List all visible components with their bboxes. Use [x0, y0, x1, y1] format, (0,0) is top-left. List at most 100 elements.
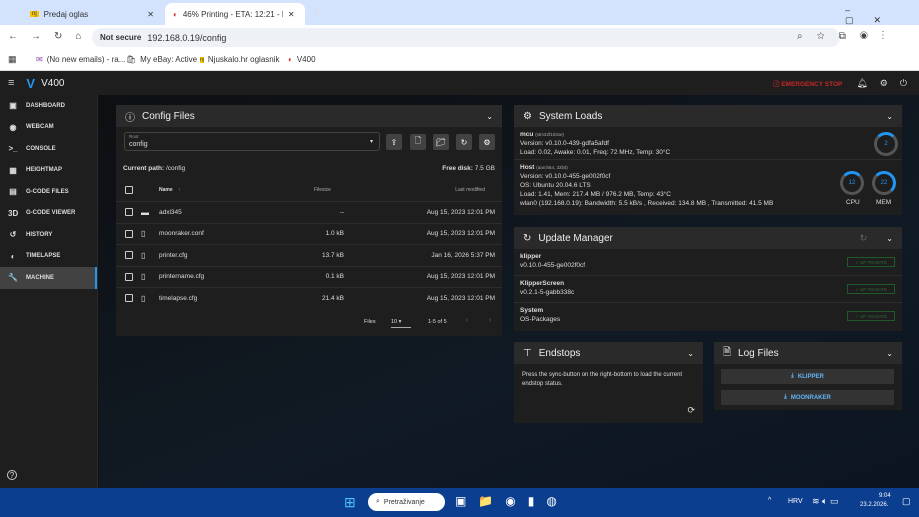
sync-button[interactable]: ⟳: [687, 405, 695, 416]
chevron-down-icon[interactable]: ⌄: [886, 234, 893, 243]
windows-start-icon[interactable]: ⊞: [344, 494, 356, 511]
update-item: KlipperScreen v0.2.1-5-gabb338c ✓ UP-TO-DA…: [514, 276, 902, 303]
url-input[interactable]: Not secure 192.168.0.19/config: [92, 28, 840, 47]
row-checkbox[interactable]: [125, 294, 133, 303]
current-path: Current path: /config: [123, 165, 186, 172]
new-file-button[interactable]: 🗋: [410, 134, 426, 150]
mainsail-icon: ◐: [173, 9, 178, 19]
cpu-gauge: 12: [840, 171, 864, 195]
bookmark-njuskalo[interactable]: nj Njuskalo.hr oglasnik: [200, 55, 280, 64]
row-checkbox[interactable]: [125, 208, 133, 217]
webcam-icon: ◉: [9, 122, 17, 132]
config-files-panel: ⓘ Config Files ⌄ Root config ▾ ⇪ 🗋 📁︎ ↻ ⚙ …: [116, 105, 502, 336]
folder-icon: ▬: [141, 207, 149, 217]
upload-file-button[interactable]: ⇪: [386, 134, 402, 150]
bell-icon[interactable]: 🔔︎: [856, 78, 867, 89]
table-row[interactable]: ▬ adxl345 -- Aug 15, 2023 12:01 PM: [116, 201, 502, 223]
sidebar-item-dashboard[interactable]: ▣ DASHBOARD: [0, 95, 97, 117]
close-icon[interactable]: ✕: [147, 10, 154, 19]
chevron-down-icon[interactable]: ⌄: [886, 112, 893, 121]
njuskalo-icon: nj: [30, 11, 39, 17]
table-row[interactable]: ▯ printer.cfg 13.7 kB Jan 16, 2026 5:37 …: [116, 244, 502, 266]
wrench-icon: 🔧: [8, 273, 18, 283]
sidebar-item-timelapse[interactable]: ◐ TIMELAPSE: [0, 246, 97, 268]
grid-icon: ▦: [9, 165, 17, 175]
up-to-date-button[interactable]: ✓ UP-TO-DATE: [847, 311, 895, 321]
bookmark-ebay[interactable]: 🛍 My eBay: Active: [126, 55, 197, 64]
help-icon[interactable]: ?: [7, 470, 17, 480]
table-row[interactable]: ▯ timelapse.cfg 21.4 kB Aug 15, 2023 12:…: [116, 287, 502, 309]
nav-buttons[interactable]: ←→↻⌂: [8, 31, 94, 42]
dropdown-arrow-icon: ▾: [369, 139, 373, 145]
sidebar: ▣ DASHBOARD ◉ WEBCAM >_ CONSOLE ▦ HEIGHTMAP …: [0, 95, 98, 488]
tray-overflow-icon[interactable]: ^: [768, 497, 771, 504]
chevron-down-icon[interactable]: ⌄: [486, 112, 493, 121]
tab-printing[interactable]: ◐46% Printing - ETA: 12:21 - Barr✕: [165, 3, 305, 25]
tray-icons[interactable]: ≋ 🔈︎ ▭: [812, 496, 838, 507]
chevron-down-icon[interactable]: ⌄: [687, 349, 694, 358]
refresh-button[interactable]: ↻: [860, 233, 868, 244]
taskbar-search[interactable]: ⌕ Pretraživanje: [368, 493, 445, 511]
update-manager-panel: ↻ Update Manager ↻ ⌄ klipper v0.10.0-455-ge0…: [514, 227, 902, 331]
power-icon[interactable]: ⏻: [900, 78, 907, 89]
notification-icon[interactable]: ▢: [902, 496, 911, 507]
table-row[interactable]: ▯ printername.cfg 0.1 kB Aug 15, 2023 12…: [116, 265, 502, 288]
moonraker-log-button[interactable]: ⤓ MOONRAKER: [721, 390, 894, 405]
per-page-select[interactable]: 10 ▾: [391, 318, 411, 328]
update-icon: ↻: [523, 232, 532, 244]
settings-button[interactable]: ⚙: [479, 134, 495, 150]
system-loads-panel: ⚙ System Loads ⌄ mcu (stm32f103xe) Version…: [514, 105, 902, 215]
chevron-down-icon[interactable]: ⌄: [886, 349, 893, 358]
close-icon[interactable]: ✕: [288, 10, 295, 19]
search-icon: ⌕: [376, 498, 380, 505]
prev-page-button[interactable]: ‹: [466, 317, 468, 324]
sidebar-item-gcode-files[interactable]: ▤ G-CODE FILES: [0, 181, 97, 203]
taskbar-apps[interactable]: ▣📁◉▮◍: [455, 494, 569, 508]
update-item: System OS-Packages ✓ UP-TO-DATE: [514, 303, 902, 330]
sidebar-item-machine[interactable]: 🔧 MACHINE: [0, 267, 97, 289]
mem-gauge: 22: [872, 171, 896, 195]
bookmarks-bar: ▦ ✉ (No new emails) - ra... 🛍 My eBay: Act…: [0, 50, 919, 71]
tab-list-icon[interactable]: ⌄: [8, 6, 15, 15]
sidebar-item-heightmap[interactable]: ▦ HEIGHTMAP: [0, 160, 97, 182]
download-icon: ⤓: [784, 394, 787, 400]
up-to-date-button[interactable]: ✓ UP-TO-DATE: [847, 284, 895, 294]
klipper-log-button[interactable]: ⤓ KLIPPER: [721, 369, 894, 384]
history-icon: ↺: [9, 230, 17, 240]
settings-icon[interactable]: ⚙: [880, 78, 888, 89]
refresh-button[interactable]: ↻: [456, 134, 472, 150]
download-icon: ⤓: [791, 373, 794, 379]
log-files-panel: 🗎 Log Files ⌄ ⤓ KLIPPER ⤓ MOONRAKER: [714, 342, 902, 410]
panel-header: ⓘ Config Files ⌄: [116, 105, 502, 127]
printer-name: V400: [41, 77, 65, 89]
file-icon: 🗎: [723, 346, 732, 358]
up-to-date-button[interactable]: ✓ UP-TO-DATE: [847, 257, 895, 267]
not-secure-badge[interactable]: Not secure: [100, 33, 141, 42]
3d-icon: 3D: [8, 208, 19, 218]
row-checkbox[interactable]: [125, 251, 133, 260]
new-folder-button[interactable]: 📁︎: [433, 134, 449, 150]
endstops-panel: ⊤ Endstops ⌄ Press the sync-button on the …: [514, 342, 703, 423]
tab-predaj-oglas[interactable]: nj Predaj oglas ✕: [22, 3, 162, 25]
table-row[interactable]: ▯ moonraker.conf 1.0 kB Aug 15, 2023 12:…: [116, 222, 502, 245]
sidebar-item-console[interactable]: >_ CONSOLE: [0, 138, 97, 160]
row-checkbox[interactable]: [125, 272, 133, 281]
sidebar-item-webcam[interactable]: ◉ WEBCAM: [0, 117, 97, 139]
bookmark-v400[interactable]: ◐ V400: [288, 55, 316, 64]
file-icon: ▤: [9, 187, 17, 197]
select-all-checkbox[interactable]: [125, 185, 133, 194]
window-controls[interactable]: –▢✕: [845, 5, 919, 26]
emergency-stop-button[interactable]: ⓘ EMERGENCY STOP: [773, 78, 842, 88]
row-checkbox[interactable]: [125, 229, 133, 238]
root-select[interactable]: Root config ▾: [124, 132, 380, 151]
mcu-gauge: 2: [874, 132, 898, 156]
sidebar-item-gcode-viewer[interactable]: 3D G-CODE VIEWER: [0, 203, 97, 225]
sidebar-item-history[interactable]: ↺ HISTORY: [0, 224, 97, 246]
menu-icon[interactable]: ≡: [8, 77, 14, 89]
free-disk: Free disk: 7.5 GB: [442, 165, 495, 172]
bookmark-mail[interactable]: ✉ (No new emails) - ra...: [36, 55, 125, 64]
browser-actions[interactable]: ⌕☆⧉◉⋮: [797, 31, 898, 42]
apps-icon[interactable]: ▦: [8, 54, 17, 65]
new-tab-button[interactable]: +: [313, 5, 319, 17]
next-page-button[interactable]: ›: [489, 317, 491, 324]
